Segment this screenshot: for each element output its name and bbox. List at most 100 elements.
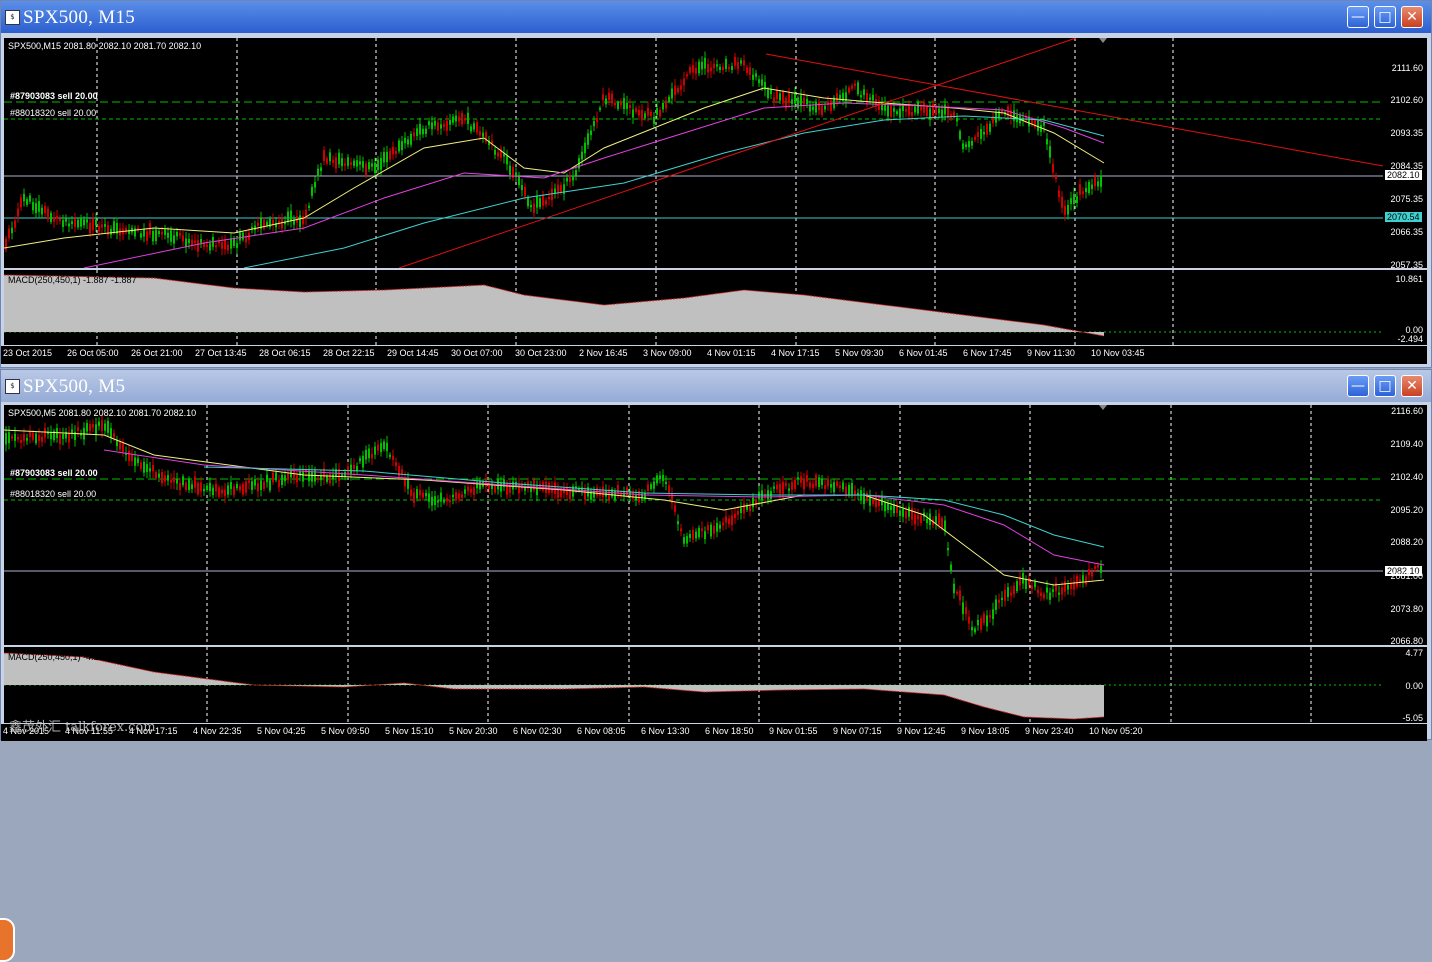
candle-body: [215, 483, 217, 492]
candle-body: [986, 615, 988, 627]
candle-body: [158, 231, 160, 234]
candle-body: [974, 136, 976, 140]
candle-body: [182, 235, 184, 242]
candle-body: [509, 165, 511, 175]
macd-panel[interactable]: MACD(250,450,1) -4.160 -4.160: [4, 647, 1383, 723]
candle-body: [428, 121, 430, 126]
price-tick-label: 2057.35: [1390, 260, 1423, 270]
candle-body: [749, 505, 751, 512]
candle-body: [206, 485, 208, 491]
price-tick-label: 0.00: [1405, 681, 1423, 691]
candle-body: [971, 626, 973, 631]
macd-panel[interactable]: MACD(250,450,1) -1.887 -1.887: [4, 270, 1383, 345]
moving-average-magenta: [103, 449, 1105, 566]
candle-body: [794, 92, 796, 104]
candle-body: [479, 480, 481, 490]
candle-body: [443, 499, 445, 503]
candle-body: [134, 457, 136, 466]
candle-body: [221, 489, 223, 494]
candle-body: [977, 619, 979, 626]
candle-body: [1082, 575, 1084, 583]
chart-window-m5[interactable]: $ SPX500, M5 — □ ✕ SPX500,M5 2081.80 208…: [0, 369, 1432, 962]
candle-body: [911, 112, 913, 116]
candle-body: [47, 208, 49, 220]
candle-body: [800, 476, 802, 483]
time-tick-label: 6 Nov 08:05: [577, 726, 626, 736]
candle-body: [1085, 576, 1087, 585]
candle-body: [839, 485, 841, 489]
candle-body: [992, 609, 994, 620]
candle-body: [665, 100, 667, 109]
candle-body: [944, 104, 946, 115]
candle-body: [968, 141, 970, 148]
window-titlebar[interactable]: $ SPX500, M15 — □ ✕: [1, 1, 1431, 33]
time-tick-label: 29 Oct 14:45: [387, 348, 439, 358]
price-tick-label: 2066.80: [1390, 636, 1423, 646]
price-tick-label: 2075.35: [1390, 194, 1423, 204]
candle-body: [353, 160, 355, 166]
price-axis[interactable]: 2082.10 2070.54 2111.60 2102.60 2093.35 208…: [1383, 38, 1427, 270]
candle-body: [722, 522, 724, 526]
chart-window-m15[interactable]: $ SPX500, M15 — □ ✕ SPX500,M15 2081.80 2…: [0, 0, 1432, 368]
candle-body: [767, 490, 769, 499]
one-click-trading-badge[interactable]: [0, 918, 15, 962]
minimize-button[interactable]: —: [1347, 6, 1369, 28]
candle-body: [1007, 587, 1009, 598]
candle-body: [5, 433, 7, 445]
candle-body: [122, 443, 124, 452]
minimize-button[interactable]: —: [1347, 375, 1369, 397]
candle-body: [350, 162, 352, 165]
candle-body: [245, 481, 247, 493]
candle-body: [188, 238, 190, 244]
candle-body: [17, 208, 19, 217]
price-tick-label: 2102.60: [1390, 95, 1423, 105]
candle-body: [995, 599, 997, 610]
price-tick-label: 2116.60: [1391, 406, 1423, 416]
candle-body: [371, 163, 373, 167]
window-titlebar[interactable]: $ SPX500, M5 — □ ✕: [1, 370, 1431, 402]
candle-body: [119, 442, 121, 450]
price-tick-label: 2102.40: [1390, 472, 1423, 482]
candle-body: [698, 61, 700, 74]
price-chart-area[interactable]: SPX500,M5 2081.80 2082.10 2081.70 2082.1…: [4, 405, 1383, 645]
candle-body: [98, 226, 100, 232]
maximize-button[interactable]: □: [1374, 6, 1396, 28]
candle-body: [740, 60, 742, 64]
candle-body: [812, 483, 814, 488]
candle-body: [227, 244, 229, 251]
price-chart-area[interactable]: SPX500,M15 2081.80 2082.10 2081.70 2082.…: [4, 38, 1383, 268]
candle-body: [1097, 181, 1099, 187]
candle-body: [689, 533, 691, 538]
macd-histogram: [4, 653, 1104, 719]
maximize-button[interactable]: □: [1374, 375, 1396, 397]
candle-body: [140, 233, 142, 238]
candle-body: [29, 195, 31, 202]
candle-body: [59, 434, 61, 444]
price-tick-label: 2081.00: [1390, 571, 1423, 581]
candle-body: [986, 123, 988, 135]
time-tick-label: 5 Nov 20:30: [449, 726, 498, 736]
candle-body: [953, 583, 955, 594]
candle-body: [110, 428, 112, 438]
close-button[interactable]: ✕: [1401, 375, 1423, 397]
candle-body: [620, 102, 622, 106]
candle-body: [671, 88, 673, 99]
candle-body: [758, 79, 760, 84]
candle-body: [365, 163, 367, 176]
candle-body: [95, 424, 97, 436]
candle-body: [131, 453, 133, 462]
candle-body: [467, 486, 469, 492]
price-axis[interactable]: 2082.10 2116.60 2109.40 2102.40 2095.20 2088…: [1383, 405, 1427, 646]
candle-body: [179, 232, 181, 236]
candle-body: [221, 242, 223, 249]
candle-body: [110, 228, 112, 235]
candle-body: [227, 485, 229, 495]
candle-body: [974, 628, 976, 633]
candle-body: [428, 493, 430, 502]
candle-body: [209, 482, 211, 492]
candle-body: [818, 101, 820, 111]
close-button[interactable]: ✕: [1401, 6, 1423, 28]
candle-body: [800, 95, 802, 107]
window-title: SPX500, M5: [23, 376, 126, 397]
candle-body: [536, 196, 538, 208]
